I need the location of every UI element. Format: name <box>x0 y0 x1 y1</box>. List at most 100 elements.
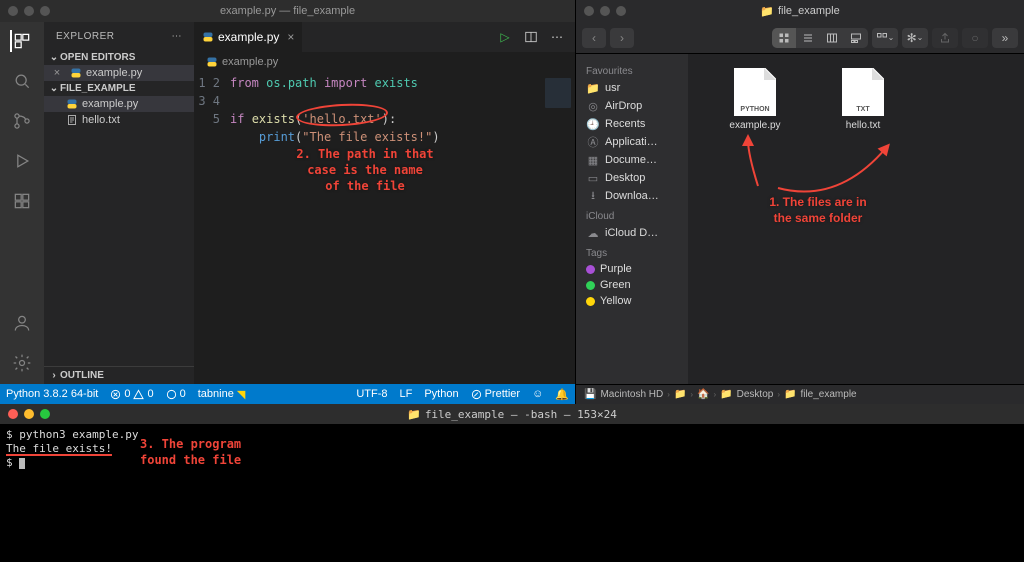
min-dot[interactable] <box>600 6 610 16</box>
eol-item[interactable]: LF <box>400 388 413 400</box>
annotation-3: 3. The program found the file <box>140 436 280 468</box>
tabnine-item[interactable]: tabnine ◥ <box>198 388 246 401</box>
annotation-1: 1. The files are in the same folder <box>718 194 918 226</box>
file-label: example.py <box>729 120 780 131</box>
action-menu-button[interactable]: ✻ ⌄ <box>902 28 928 48</box>
project-section[interactable]: ⌄ FILE_EXAMPLE <box>44 81 194 96</box>
folder-icon: 📁 <box>674 389 686 400</box>
sidebar-item[interactable]: ⒶApplicati… <box>582 133 682 151</box>
close-tab-icon[interactable]: × <box>287 30 294 44</box>
code-area[interactable]: from os.path import exists if exists('he… <box>230 74 535 384</box>
home-icon: 🏠 <box>697 389 709 400</box>
finder-content[interactable]: PYTHON example.py TXT hello.txt 1. The f… <box>688 54 1024 384</box>
sidebar-item[interactable]: ▦Docume… <box>582 151 682 169</box>
file-label: hello.txt <box>846 120 880 131</box>
tag-dot-icon <box>586 281 595 290</box>
min-dot[interactable] <box>24 409 34 419</box>
file-item[interactable]: PYTHON example.py <box>720 68 790 131</box>
split-editor-icon[interactable] <box>523 29 539 45</box>
forward-button[interactable]: › <box>610 28 634 48</box>
close-dot[interactable] <box>584 6 594 16</box>
chevron-down-icon: ⌄ <box>48 83 60 94</box>
icon-view-button[interactable] <box>772 28 796 48</box>
finder-path-bar[interactable]: 💾Macintosh HD ›📁 ›🏠 ›📁Desktop ›📁file_exa… <box>576 384 1024 404</box>
run-python-icon[interactable]: ▷ <box>497 29 513 45</box>
breadcrumb[interactable]: example.py <box>194 52 575 72</box>
list-view-button[interactable] <box>796 28 820 48</box>
explorer-more-icon[interactable]: ⋯ <box>172 31 183 42</box>
annotation-arrows <box>708 134 928 204</box>
back-button[interactable]: ‹ <box>582 28 606 48</box>
feedback-icon[interactable]: ☺ <box>532 388 543 400</box>
close-dot[interactable] <box>8 409 18 419</box>
source-control-icon[interactable] <box>11 110 33 132</box>
outline-section[interactable]: › OUTLINE <box>44 366 194 384</box>
status-bar: Python 3.8.2 64-bit 0 0 0 tabnine ◥ UTF-… <box>0 384 575 404</box>
file-tree-item[interactable]: example.py <box>44 96 194 112</box>
explorer-icon[interactable] <box>10 30 32 52</box>
file-item[interactable]: TXT hello.txt <box>828 68 898 131</box>
column-view-button[interactable] <box>820 28 844 48</box>
editor-pane: example.py × ▷ ⋯ example.py 1 2 3 4 5 fr… <box>194 22 575 384</box>
view-mode-segment <box>772 28 868 48</box>
python-interpreter[interactable]: Python 3.8.2 64-bit <box>6 388 98 400</box>
sidebar-group-favourites: Favourites <box>586 66 678 77</box>
search-icon[interactable] <box>11 70 33 92</box>
encoding-item[interactable]: UTF-8 <box>356 388 387 400</box>
terminal-window: 📁 file_example — -bash — 153×24 $ python… <box>0 404 1024 562</box>
file-tree-item[interactable]: hello.txt <box>44 112 194 128</box>
tag-dot-icon <box>586 297 595 306</box>
max-dot[interactable] <box>40 6 50 16</box>
sidebar-tag[interactable]: Green <box>582 277 682 293</box>
problems-item[interactable]: 0 0 <box>110 388 153 400</box>
extensions-icon[interactable] <box>11 190 33 212</box>
max-dot[interactable] <box>616 6 626 16</box>
sidebar-item[interactable]: ⭳Downloa… <box>582 187 682 205</box>
annotation-2: 2. The path in that case is the name of … <box>270 146 460 195</box>
overflow-button[interactable]: » <box>992 28 1018 48</box>
terminal-body[interactable]: $ python3 example.py The file exists! $ … <box>0 424 1024 562</box>
tags-button[interactable]: ○ <box>962 28 988 48</box>
editor-tab[interactable]: example.py × <box>194 22 303 52</box>
python-file-icon <box>66 98 78 110</box>
explorer-title: EXPLORER ⋯ <box>44 22 194 50</box>
sidebar-item[interactable]: ◎AirDrop <box>582 97 682 115</box>
more-actions-icon[interactable]: ⋯ <box>549 29 565 45</box>
sidebar-tag[interactable]: Purple <box>582 261 682 277</box>
min-dot[interactable] <box>24 6 34 16</box>
gear-icon[interactable] <box>11 352 33 374</box>
terminal-prompt: $ <box>6 456 19 469</box>
python-file-icon <box>70 67 82 79</box>
documents-icon: ▦ <box>586 153 600 167</box>
open-editors-section[interactable]: ⌄ OPEN EDITORS <box>44 50 194 65</box>
finder-window: 📁 file_example ‹ › ⌄ ✻ ⌄ ○ » Favourites … <box>576 0 1024 404</box>
sidebar-tag[interactable]: Yellow <box>582 293 682 309</box>
tag-dot-icon <box>586 265 595 274</box>
close-icon[interactable]: × <box>50 67 64 79</box>
gallery-view-button[interactable] <box>844 28 868 48</box>
file-name: hello.txt <box>82 114 120 126</box>
share-button[interactable] <box>932 28 958 48</box>
minimap[interactable] <box>535 74 575 384</box>
prettier-item[interactable]: Prettier <box>471 388 520 400</box>
sidebar-item[interactable]: ▭Desktop <box>582 169 682 187</box>
line-numbers: 1 2 3 4 5 <box>194 74 230 384</box>
max-dot[interactable] <box>40 409 50 419</box>
folder-icon: 📁 <box>760 5 774 18</box>
sidebar-item[interactable]: ☁iCloud D… <box>582 224 682 242</box>
terminal-title: file_example — -bash — 153×24 <box>425 408 617 421</box>
sidebar-item[interactable]: 📁usr <box>582 79 682 97</box>
finder-sidebar: Favourites 📁usr ◎AirDrop 🕘Recents ⒶAppli… <box>576 54 688 384</box>
open-editor-item[interactable]: × example.py <box>44 65 194 81</box>
group-by-button[interactable]: ⌄ <box>872 28 898 48</box>
account-icon[interactable] <box>11 312 33 334</box>
bell-icon[interactable]: 🔔 <box>555 388 569 401</box>
close-dot[interactable] <box>8 6 18 16</box>
language-item[interactable]: Python <box>424 388 458 400</box>
run-debug-icon[interactable] <box>11 150 33 172</box>
code-editor[interactable]: 1 2 3 4 5 from os.path import exists if … <box>194 72 575 384</box>
sidebar-item[interactable]: 🕘Recents <box>582 115 682 133</box>
jupyter-item[interactable]: 0 <box>166 388 186 400</box>
file-thumbnail-icon: PYTHON <box>734 68 776 116</box>
folder-icon: 📁 <box>720 389 732 400</box>
